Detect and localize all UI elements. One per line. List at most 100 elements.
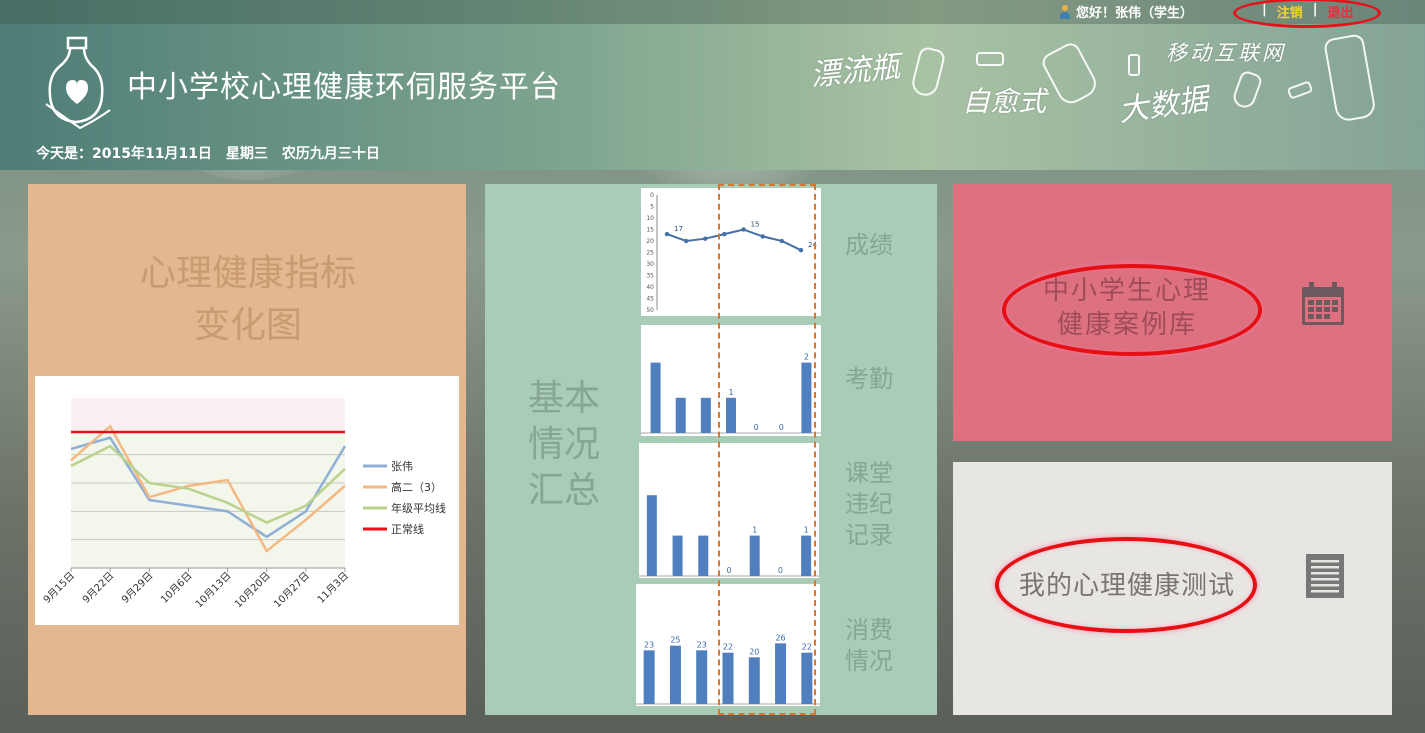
bar [775, 643, 787, 704]
top-bar [0, 0, 1425, 24]
y-tick-label: 35 [646, 273, 654, 280]
x-tick-label: 10月13日 [193, 570, 234, 611]
deco-big-data: 大数据 [1116, 81, 1211, 130]
bar [675, 397, 686, 433]
grades-point [798, 248, 804, 253]
bar-data-label: 1 [752, 526, 757, 535]
y-tick-label: 40 [646, 284, 654, 291]
grades-data-label: 24 [808, 241, 817, 249]
consumption-label: 消费 情况 [845, 616, 893, 675]
y-tick-label: 0 [650, 192, 654, 199]
basic-summary-title: 基本 情况 汇总 [527, 378, 600, 511]
deco-drift-bottle: 漂流瓶 [808, 49, 902, 94]
bar [696, 650, 708, 704]
bar [698, 535, 709, 576]
site-title: 中小学校心理健康环伺服务平台 [127, 70, 561, 105]
document-list-icon[interactable] [1305, 553, 1345, 599]
x-tick-label: 9月15日 [41, 570, 77, 606]
user-greeting: 您好！张伟（学生） [1058, 2, 1193, 21]
bar-data-label: 23 [644, 640, 654, 649]
greeting-text: 您好！张伟（学生） [1076, 6, 1194, 21]
bar-data-label: 26 [775, 633, 785, 642]
y-tick-label: 25 [646, 250, 654, 257]
logout-link[interactable]: 注销 [1277, 2, 1303, 21]
separator: | [1262, 2, 1267, 17]
attendance-chart: 1 0 0 2 [641, 325, 821, 436]
grades-point [722, 231, 727, 237]
bar-data-label: 22 [723, 643, 733, 652]
grades-point [683, 238, 689, 244]
bar [801, 652, 813, 704]
legend-label: 张伟 [391, 460, 413, 473]
grades-point [741, 227, 746, 232]
exit-link[interactable]: 退出 [1328, 2, 1354, 21]
bar-data-label: 2 [804, 353, 809, 362]
bottle-icon [1230, 69, 1264, 111]
indicators-title: 心理健康指标 变化图 [139, 253, 356, 346]
bar [650, 362, 661, 433]
grades-chart-svg: 0 5 10 15 20 25 30 35 40 45 50 17 15 24 [646, 192, 817, 314]
bar [801, 535, 812, 576]
indicators-chart: 9月15日 9月22日 9月29日 10月6日 10月13日 10月20日 10月27日 11… [35, 376, 459, 625]
discipline-chart: 0 1 0 1 [637, 443, 821, 578]
grades-data-label: 15 [751, 221, 760, 229]
bar [749, 535, 760, 576]
bar-data-label: 0 [778, 566, 783, 575]
bottle-icon [976, 52, 1004, 66]
legend-label: 高二（3） [391, 480, 442, 494]
consumption-chart-svg: 23 25 23 22 20 26 22 [634, 633, 822, 705]
bar-data-label: 25 [670, 636, 680, 645]
x-tick-label: 10月20日 [232, 570, 273, 611]
bottle-icon [1039, 39, 1101, 109]
y-tick-label: 10 [646, 215, 654, 222]
bottle-heart-logo-icon [45, 36, 111, 130]
bar-data-label: 1 [804, 526, 809, 535]
x-tick-label: 9月22日 [80, 570, 116, 606]
bar [646, 495, 657, 576]
x-tick-label: 10月27日 [271, 570, 312, 611]
bar-data-label: 0 [779, 423, 784, 432]
bar [722, 652, 734, 704]
header: 您好！张伟（学生） | 注销 | 退出 中小学校心理健康环伺服务平台 今天是：2… [0, 0, 1425, 170]
plot-band-lower [71, 432, 345, 568]
user-icon [1058, 4, 1072, 19]
attendance-label: 考勤 [845, 365, 893, 393]
legend-label: 正常线 [391, 522, 424, 536]
case-library-label[interactable]: 中小学生心理 健康案例库 [1022, 274, 1232, 342]
indicators-chart-svg: 9月15日 9月22日 9月29日 10月6日 10月13日 10月20日 10月27日 11… [41, 398, 446, 611]
y-tick-label: 15 [646, 227, 654, 234]
top-links: | 注销 | 退出 [1262, 2, 1354, 21]
bar-data-label: 22 [802, 643, 812, 652]
bar-data-label: 0 [754, 423, 759, 432]
bar-data-label: 20 [749, 647, 759, 656]
grades-chart: 0 5 10 15 20 25 30 35 40 45 50 17 15 24 [641, 188, 821, 316]
calendar-icon[interactable] [1300, 281, 1346, 327]
y-tick-label: 20 [646, 238, 654, 245]
today-date: 今天是：2015年11月11日 星期三 农历九月三十日 [36, 146, 380, 162]
bar [643, 650, 655, 704]
discipline-chart-svg: 0 1 0 1 [637, 495, 821, 577]
y-tick-label: 45 [646, 296, 654, 303]
grades-point [760, 234, 765, 239]
consumption-chart: 23 25 23 22 20 26 22 [634, 584, 822, 706]
bar [672, 535, 683, 576]
x-tick-label: 11月3日 [315, 570, 351, 606]
bar-data-label: 1 [728, 388, 733, 397]
bottle-icon [909, 45, 947, 99]
bar-data-label: 23 [697, 640, 707, 649]
legend-label: 年级平均线 [391, 501, 446, 515]
plot-band-upper [71, 398, 345, 432]
bar-data-label: 0 [726, 566, 731, 575]
bar [801, 362, 812, 433]
my-test-label[interactable]: 我的心理健康测试 [1002, 565, 1252, 602]
bar [669, 645, 681, 704]
bottle-icon [1323, 33, 1377, 123]
y-tick-label: 5 [650, 204, 654, 211]
x-tick-label: 10月6日 [158, 570, 194, 606]
grades-label: 成绩 [845, 231, 893, 259]
discipline-label: 课堂 违纪 记录 [845, 459, 893, 549]
grades-point [779, 238, 785, 244]
deco-mobile-internet: 移动互联网 [1166, 41, 1286, 65]
y-tick-label: 30 [646, 261, 654, 268]
grades-data-label: 17 [674, 225, 683, 233]
